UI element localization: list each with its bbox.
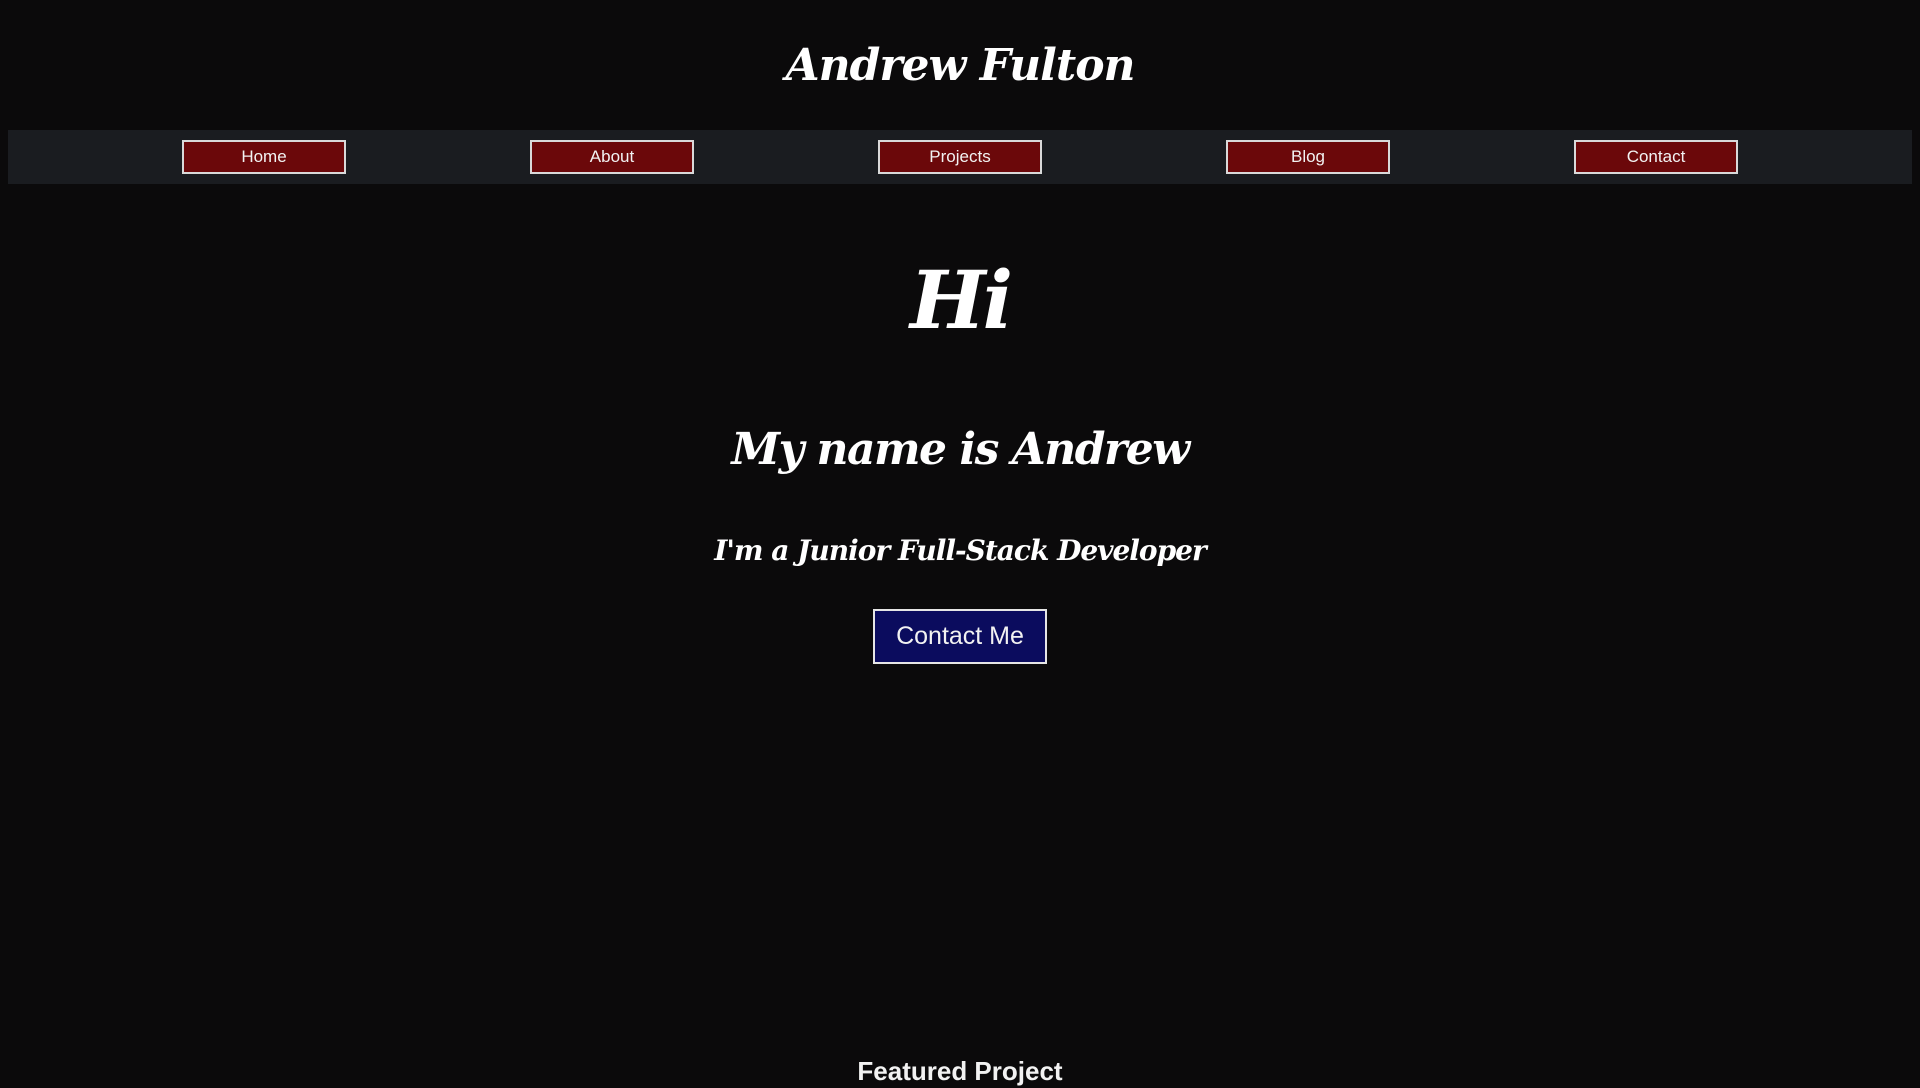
nav-blog-button[interactable]: Blog [1226, 140, 1390, 174]
nav-projects-button[interactable]: Projects [878, 140, 1042, 174]
nav-about-button[interactable]: About [530, 140, 694, 174]
hero-greeting: Hi [910, 253, 1013, 347]
contact-me-button[interactable]: Contact Me [873, 609, 1047, 664]
hero-role-line: I'm a Junior Full-Stack Developer [714, 534, 1206, 567]
main-navbar: Home About Projects Blog Contact [8, 130, 1912, 184]
hero-name-line: My name is Andrew [731, 424, 1190, 475]
site-title: Andrew Fulton [785, 40, 1135, 91]
nav-home-button[interactable]: Home [182, 140, 346, 174]
featured-project-heading: Featured Project [857, 1056, 1063, 1086]
nav-contact-button[interactable]: Contact [1574, 140, 1738, 174]
